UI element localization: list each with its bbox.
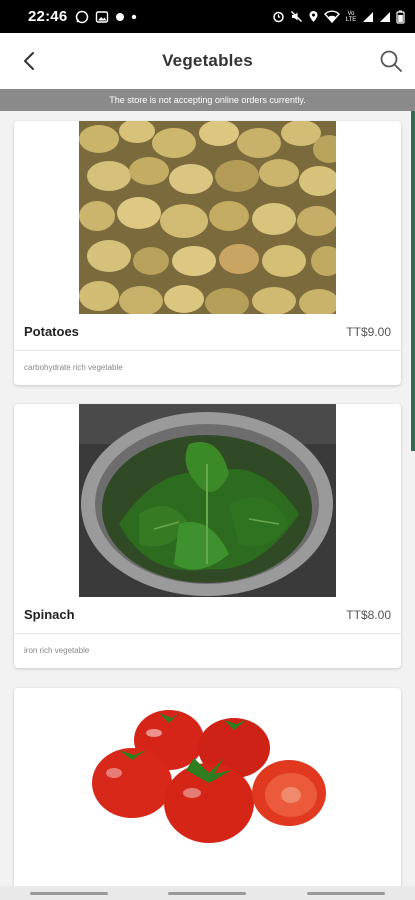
- potatoes-image: [79, 121, 336, 314]
- nav-pill[interactable]: [306, 891, 385, 895]
- battery-icon: [396, 10, 405, 24]
- network-label: Vo LTE: [345, 10, 357, 23]
- status-bar: 22:46 Vo LTE: [0, 0, 415, 33]
- divider: [14, 350, 401, 351]
- product-price: TT$8.00: [346, 607, 391, 622]
- image-icon: [96, 10, 109, 23]
- chevron-left-icon[interactable]: [16, 47, 44, 75]
- product-row: Potatoes TT$9.00: [24, 324, 391, 339]
- wifi-icon: [324, 10, 340, 23]
- search-icon[interactable]: [377, 47, 405, 75]
- product-price: TT$9.00: [346, 324, 391, 339]
- product-card[interactable]: [14, 688, 401, 886]
- product-name: Spinach: [24, 607, 75, 622]
- status-time: 22:46: [28, 8, 68, 25]
- store-closed-banner: The store is not accepting online orders…: [0, 89, 415, 111]
- signal-icon: [380, 11, 390, 22]
- tomatoes-image: [74, 688, 344, 886]
- location-icon: [309, 11, 318, 22]
- product-description: carbohydrate rich vegetable: [24, 363, 123, 372]
- dot-icon: [132, 14, 137, 19]
- product-list[interactable]: Potatoes TT$9.00 carbohydrate rich veget…: [0, 111, 415, 886]
- divider: [14, 633, 401, 634]
- nav-pill[interactable]: [30, 891, 109, 895]
- notice-text: The store is not accepting online orders…: [109, 95, 306, 105]
- product-card[interactable]: Spinach TT$8.00 iron rich vegetable: [14, 404, 401, 668]
- alarm-icon: [273, 11, 284, 23]
- scrollbar[interactable]: [411, 111, 415, 451]
- product-description: iron rich vegetable: [24, 646, 90, 655]
- product-name: Potatoes: [24, 324, 79, 339]
- page-title: Vegetables: [162, 51, 253, 70]
- product-row: Spinach TT$8.00: [24, 607, 391, 622]
- app-bar: Vegetables: [0, 33, 415, 89]
- signal-icon: [363, 11, 373, 22]
- product-card[interactable]: Potatoes TT$9.00 carbohydrate rich veget…: [14, 121, 401, 385]
- spinach-image: [79, 404, 336, 597]
- nav-pill[interactable]: [168, 891, 247, 895]
- whatsapp-icon: [76, 10, 89, 23]
- circle-icon: [116, 12, 125, 21]
- mute-icon: [291, 11, 302, 22]
- system-nav-bar: [0, 886, 415, 900]
